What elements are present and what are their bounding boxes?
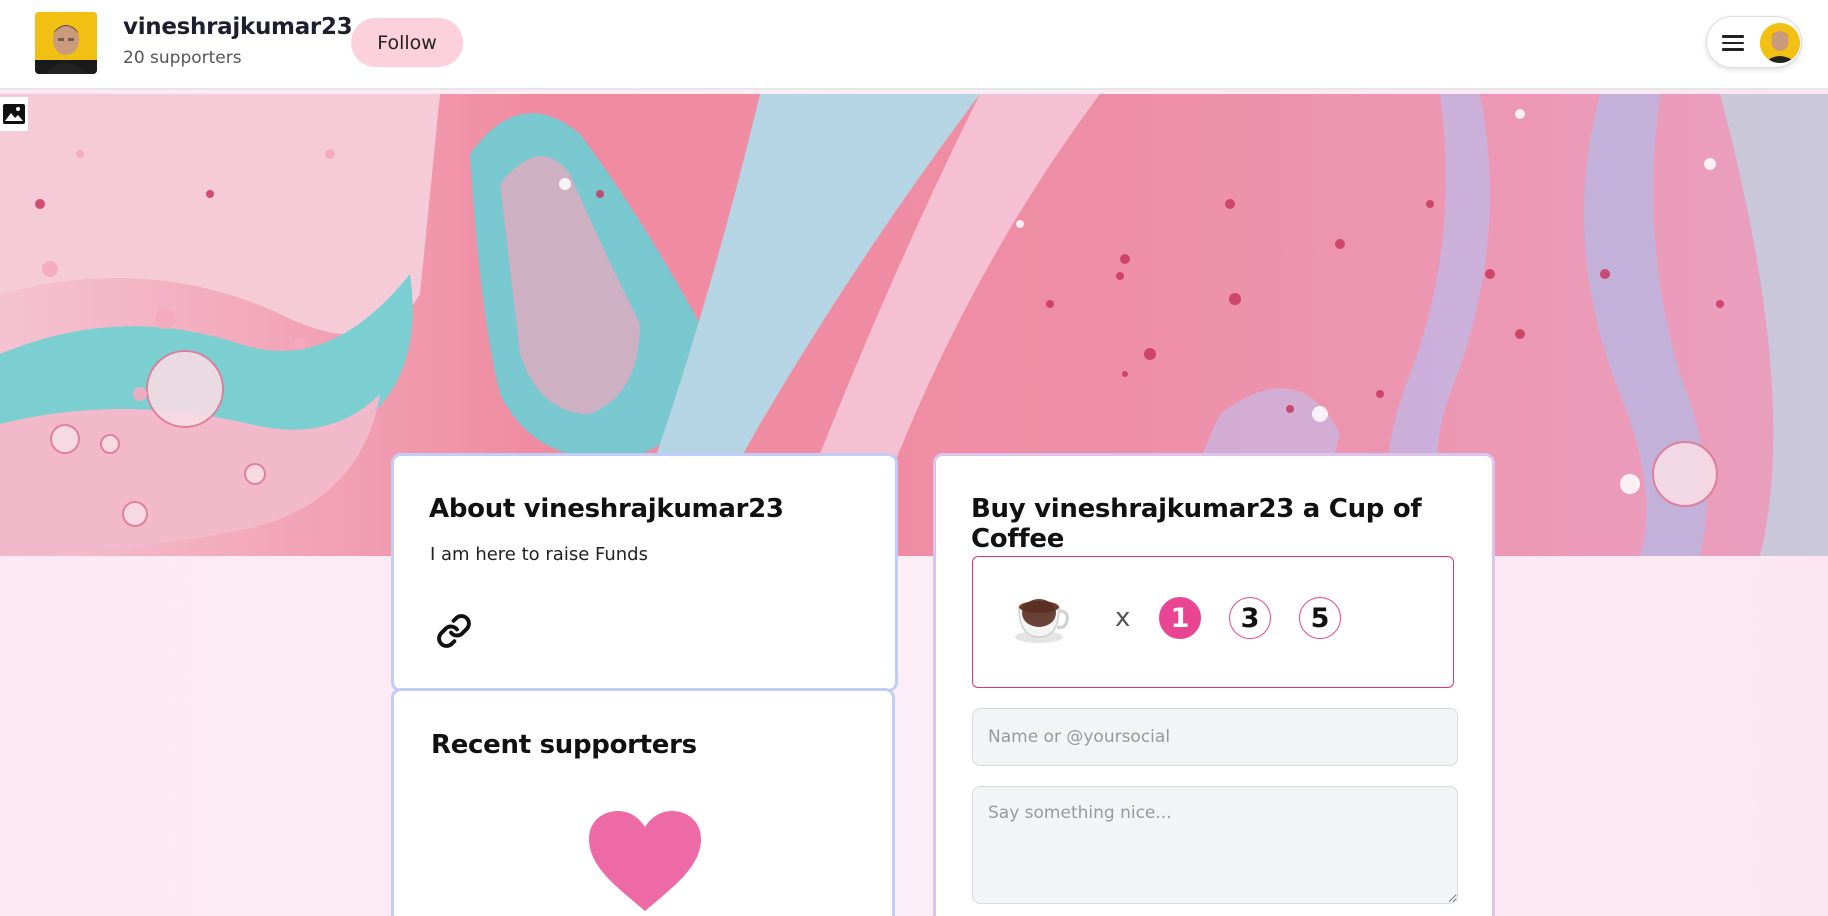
multiplier-label: x [1115, 603, 1131, 633]
buy-coffee-card: Buy vineshrajkumar23 a Cup of Coffee x 1… [933, 453, 1495, 916]
recent-supporters-card: Recent supporters [391, 688, 895, 916]
buy-coffee-title: Buy vineshrajkumar23 a Cup of Coffee [971, 494, 1422, 554]
name-input[interactable] [972, 708, 1458, 766]
user-avatar [1760, 23, 1800, 63]
link-icon[interactable] [436, 613, 471, 648]
heart-icon [587, 809, 703, 916]
profile-username: vineshrajkumar23 [123, 14, 353, 40]
change-cover-button[interactable] [0, 97, 28, 131]
quantity-option-3[interactable]: 3 [1229, 597, 1271, 639]
profile-avatar[interactable] [35, 12, 97, 74]
hamburger-icon [1722, 35, 1744, 51]
image-icon [3, 104, 25, 124]
follow-button[interactable]: Follow [351, 18, 463, 67]
about-card: About vineshrajkumar23 I am here to rais… [391, 453, 898, 692]
quantity-option-1[interactable]: 1 [1159, 597, 1201, 639]
supporters-count: 20 supporters [123, 48, 242, 68]
about-title: About vineshrajkumar23 [429, 494, 784, 524]
user-menu-button[interactable] [1706, 16, 1802, 68]
recent-supporters-title: Recent supporters [431, 730, 697, 760]
top-bar: vineshrajkumar23 20 supporters Follow [0, 0, 1828, 90]
cover-image [0, 94, 1828, 556]
coffee-cup-icon [1013, 589, 1069, 649]
about-description: I am here to raise Funds [430, 544, 648, 565]
quantity-option-5[interactable]: 5 [1299, 597, 1341, 639]
coffee-quantity-box: x 1 3 5 [972, 556, 1454, 688]
message-input[interactable] [972, 786, 1458, 904]
